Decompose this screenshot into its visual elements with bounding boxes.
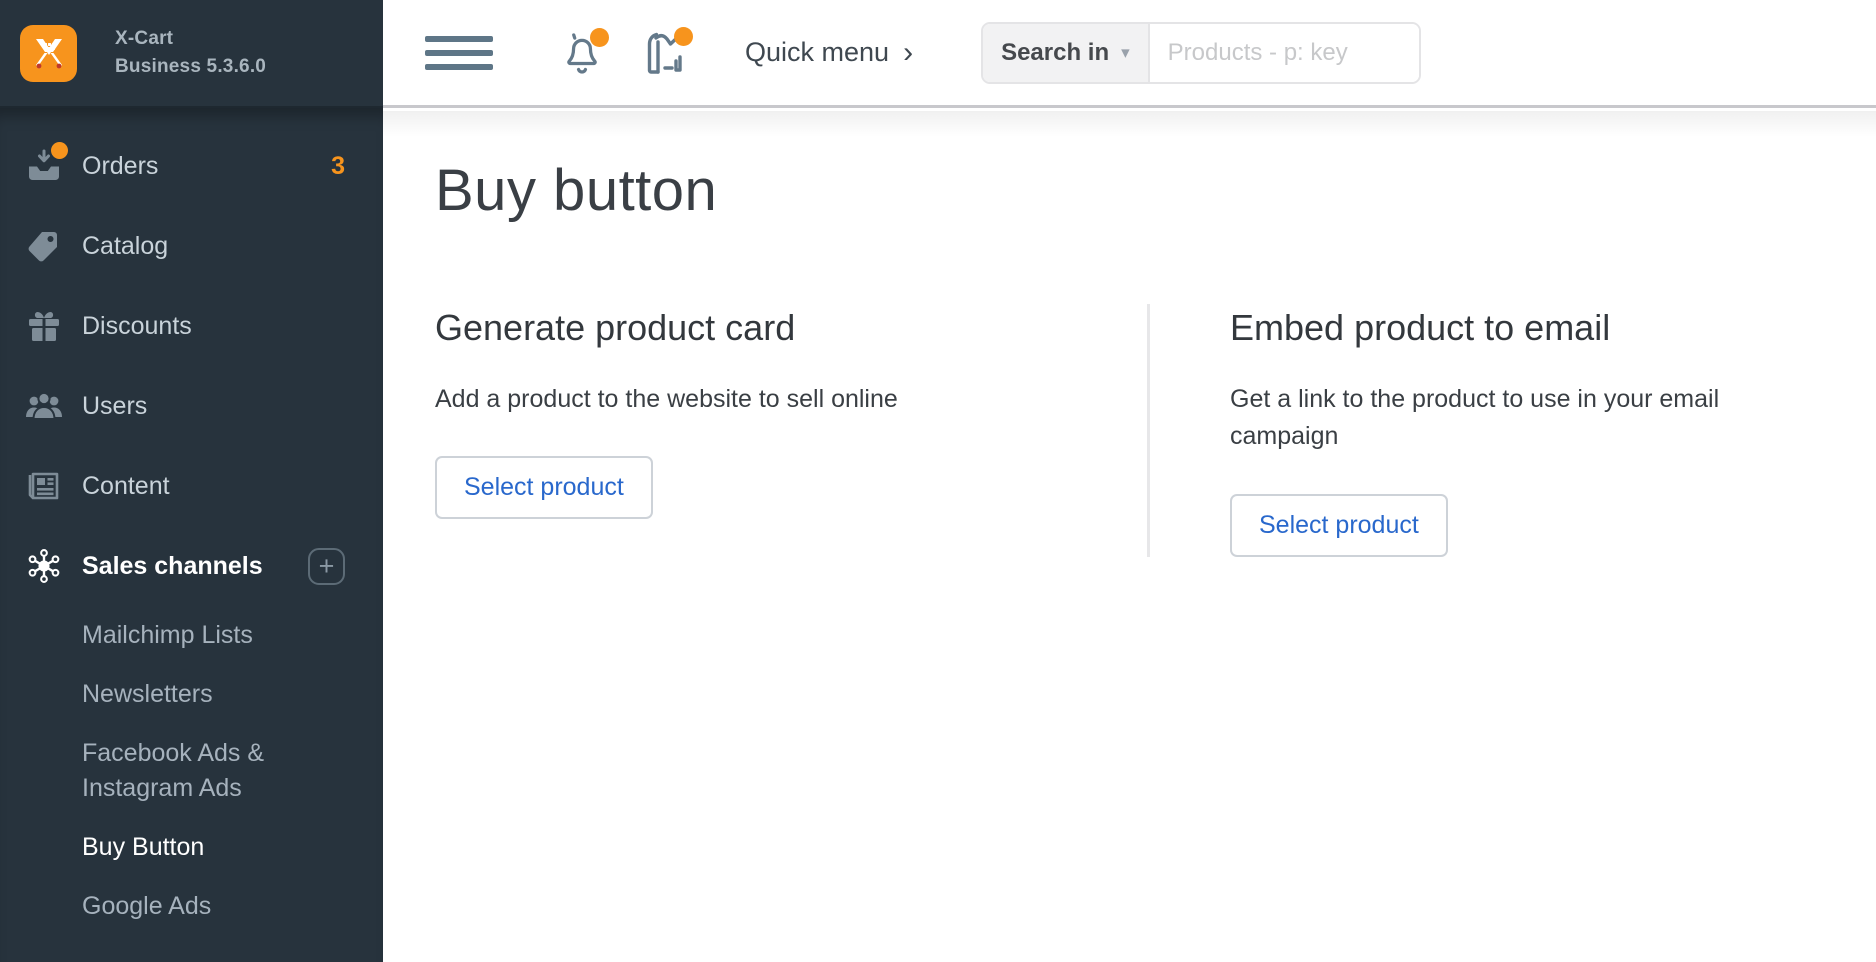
main-content: Buy button Generate product card Add a p… bbox=[383, 111, 1876, 962]
brand-area[interactable]: X-Cart Business 5.3.6.0 bbox=[0, 0, 383, 108]
sidebar-menu: Orders 3 Catalog bbox=[0, 108, 383, 962]
generate-product-card-section: Generate product card Add a product to t… bbox=[435, 304, 1147, 557]
buy-button-options: Generate product card Add a product to t… bbox=[435, 304, 1876, 557]
chevron-right-icon: › bbox=[903, 36, 913, 70]
sidebar-item-catalog[interactable]: Catalog bbox=[0, 206, 383, 286]
notifications-bell-icon[interactable] bbox=[559, 30, 605, 76]
orders-count-badge: 3 bbox=[331, 152, 345, 181]
orders-new-dot bbox=[51, 142, 68, 159]
notifications-dot bbox=[590, 28, 609, 47]
topbar: Quick menu › Search in ▾ bbox=[383, 0, 1876, 108]
sidebar-item-label: Content bbox=[82, 472, 170, 501]
sidebar-item-label: Orders bbox=[82, 152, 158, 181]
orders-inbox-icon bbox=[24, 148, 64, 184]
whats-new-dot bbox=[674, 27, 693, 46]
select-product-button-email[interactable]: Select product bbox=[1230, 494, 1448, 557]
hamburger-menu-icon[interactable] bbox=[425, 28, 493, 78]
brand-text: X-Cart Business 5.3.6.0 bbox=[115, 25, 266, 80]
gift-icon bbox=[24, 308, 64, 344]
sidebar-item-discounts[interactable]: Discounts bbox=[0, 286, 383, 366]
embed-product-email-section: Embed product to email Get a link to the… bbox=[1150, 304, 1830, 557]
sidebar-item-content[interactable]: Content bbox=[0, 446, 383, 526]
section-heading: Embed product to email bbox=[1230, 304, 1830, 353]
quick-menu-button[interactable]: Quick menu › bbox=[745, 36, 913, 70]
brand-version: Business 5.3.6.0 bbox=[115, 53, 266, 81]
sidebar-item-users[interactable]: Users bbox=[0, 366, 383, 446]
sidebar-item-sales-channels[interactable]: Sales channels + bbox=[0, 526, 383, 606]
sidebar-item-label: Sales channels bbox=[82, 552, 263, 581]
page-title: Buy button bbox=[435, 157, 1876, 224]
tag-icon bbox=[24, 228, 64, 264]
caret-down-icon: ▾ bbox=[1121, 43, 1130, 63]
search-input[interactable] bbox=[1150, 24, 1419, 82]
sidebar-subitem-facebook-instagram-ads[interactable]: Facebook Ads & Instagram Ads bbox=[0, 724, 383, 818]
section-description: Get a link to the product to use in your… bbox=[1230, 381, 1830, 456]
search-scope-dropdown[interactable]: Search in ▾ bbox=[983, 24, 1150, 82]
sidebar-item-label: Discounts bbox=[82, 312, 192, 341]
sidebar-item-orders[interactable]: Orders 3 bbox=[0, 126, 383, 206]
users-icon bbox=[24, 388, 64, 424]
newspaper-icon bbox=[24, 468, 64, 504]
brand-name: X-Cart bbox=[115, 25, 266, 53]
whats-new-stats-icon[interactable] bbox=[641, 29, 689, 77]
sidebar: X-Cart Business 5.3.6.0 Orders 3 bbox=[0, 0, 383, 962]
section-heading: Generate product card bbox=[435, 304, 1107, 353]
sidebar-subitem-mailchimp-lists[interactable]: Mailchimp Lists bbox=[0, 606, 383, 665]
hub-icon bbox=[24, 547, 64, 585]
select-product-button-card[interactable]: Select product bbox=[435, 456, 653, 519]
sidebar-subitem-newsletters[interactable]: Newsletters bbox=[0, 665, 383, 724]
quick-menu-label: Quick menu bbox=[745, 37, 889, 68]
sidebar-subitem-google-ads[interactable]: Google Ads bbox=[0, 877, 383, 936]
sidebar-subitem-buy-button[interactable]: Buy Button bbox=[0, 818, 383, 877]
sidebar-item-label: Catalog bbox=[82, 232, 168, 261]
sidebar-item-label: Users bbox=[82, 392, 147, 421]
add-sales-channel-button[interactable]: + bbox=[308, 548, 345, 585]
section-description: Add a product to the website to sell onl… bbox=[435, 381, 1035, 419]
search-scope-label: Search in bbox=[1001, 39, 1109, 67]
global-search: Search in ▾ bbox=[981, 22, 1421, 84]
xcart-logo-icon bbox=[20, 25, 77, 82]
